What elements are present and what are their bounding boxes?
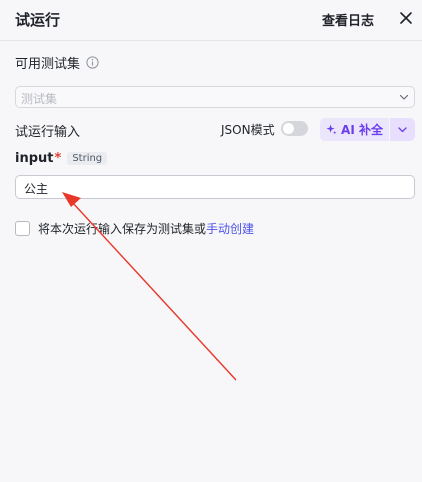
view-log-button[interactable]: 查看日志	[322, 10, 374, 29]
manual-create-link[interactable]: 手动创建	[206, 222, 254, 236]
test-set-label: 可用测试集	[15, 57, 81, 72]
test-set-placeholder: 测试集	[21, 92, 58, 106]
close-icon[interactable]	[397, 9, 415, 27]
required-mark: *	[54, 151, 62, 166]
json-mode-label: JSON模式	[221, 123, 275, 137]
test-set-label-row: 可用测试集	[15, 53, 99, 72]
json-mode-toggle[interactable]	[281, 121, 308, 136]
chevron-down-icon	[399, 94, 409, 100]
save-as-test-set-row: 将本次运行输入保存为测试集或手动创建	[15, 220, 254, 237]
panel-header: 试运行 查看日志	[0, 0, 422, 41]
ai-complete-button[interactable]: AI 补全	[320, 118, 389, 141]
input-field-label-row: input * String	[15, 151, 108, 166]
panel-title: 试运行	[15, 11, 61, 29]
test-run-panel: 试运行 查看日志 可用测试集 测试集 试运行输入 JSON模式 AI 补全 in…	[0, 0, 422, 482]
toggle-knob	[283, 123, 294, 134]
run-input-label: 试运行输入	[15, 125, 81, 140]
input-value: 公主	[24, 182, 49, 196]
test-set-select[interactable]: 测试集	[15, 86, 415, 108]
save-option-text: 将本次运行输入保存为测试集或	[38, 222, 207, 236]
ai-complete-dropdown[interactable]	[390, 118, 415, 141]
info-icon[interactable]	[86, 56, 99, 69]
save-as-test-set-text: 将本次运行输入保存为测试集或手动创建	[38, 220, 254, 237]
chevron-down-icon	[398, 127, 407, 133]
input-field-name: input	[15, 151, 54, 166]
type-tag: String	[67, 152, 108, 165]
sparkle-icon	[326, 124, 337, 135]
save-as-test-set-checkbox[interactable]	[15, 221, 30, 236]
ai-complete-label: AI 补全	[341, 123, 383, 137]
annotation-arrow	[62, 192, 237, 381]
input-text-field[interactable]: 公主	[15, 175, 415, 199]
